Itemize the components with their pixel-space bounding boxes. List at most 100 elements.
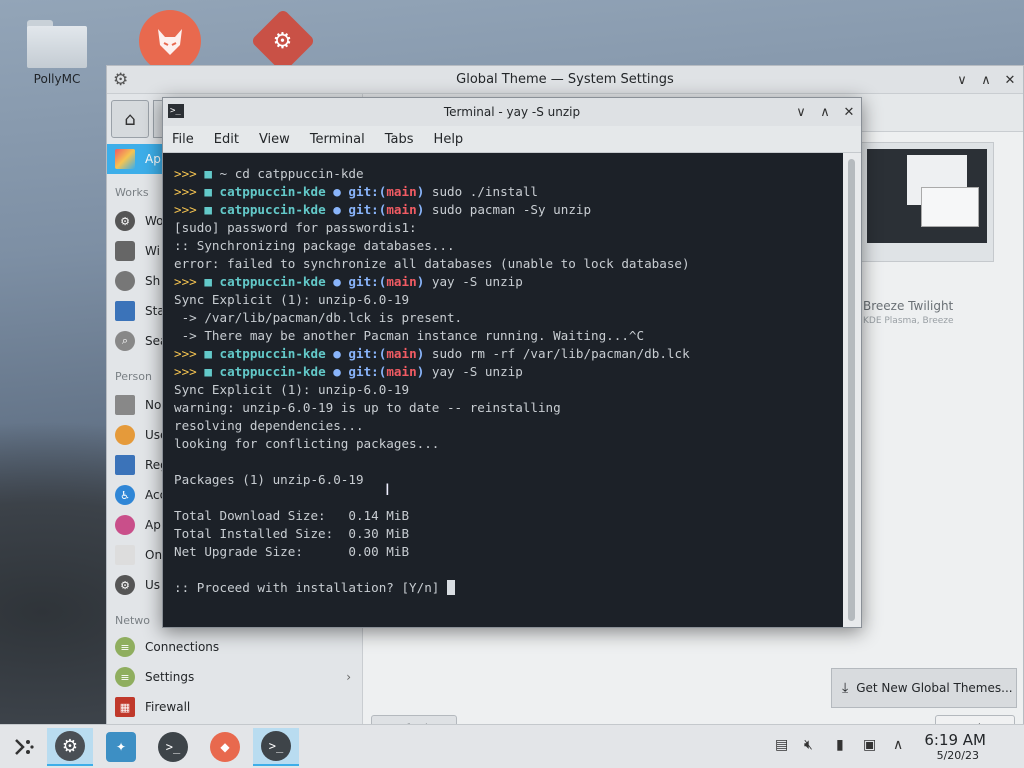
taskbar-system-settings[interactable]: ⚙: [47, 728, 93, 766]
sidebar-item-label: Settings: [145, 670, 195, 684]
theme-name: Breeze Twilight: [863, 299, 954, 313]
prompt-arrows: >>>: [174, 166, 205, 181]
sidebar-header-workspace: Works: [115, 186, 149, 199]
accounts-icon: [115, 545, 135, 565]
clipboard-icon[interactable]: ▤: [775, 737, 788, 753]
github-icon: ●: [333, 346, 349, 361]
terminal-line: >>> ■ catppuccin-kde ● git:(main) sudo p…: [174, 201, 843, 219]
taskbar-discover[interactable]: ✦: [98, 728, 144, 766]
output-text: looking for conflicting packages...: [174, 436, 440, 451]
flag-icon: [115, 455, 135, 475]
terminal-line: Sync Explicit (1): unzip-6.0-19: [174, 291, 843, 309]
menu-terminal[interactable]: Terminal: [310, 132, 365, 147]
desktop-icon-settings[interactable]: ⚙: [243, 8, 323, 74]
terminal-line: :: Proceed with installation? [Y/n]: [174, 579, 843, 597]
menu-view[interactable]: View: [259, 132, 290, 147]
sidebar-header-personalization: Person: [115, 370, 152, 383]
git-label-close: ): [416, 346, 432, 361]
settings-titlebar[interactable]: ⚙ Global Theme — System Settings ∨ ∧ ✕: [107, 66, 1023, 94]
menu-file[interactable]: File: [172, 132, 194, 147]
sidebar-item-label: Connections: [145, 640, 220, 654]
usb-drive-icon[interactable]: ▮: [836, 737, 844, 753]
chevron-up-icon[interactable]: ∧: [893, 737, 903, 753]
prompt-question: :: Proceed with installation? [Y/n]: [174, 580, 447, 595]
git-label: git:(: [348, 364, 387, 379]
home-button[interactable]: ⌂: [111, 100, 149, 138]
github-icon: ●: [333, 184, 349, 199]
network-icon[interactable]: ▣: [863, 737, 876, 753]
taskbar-terminal-1[interactable]: >_: [150, 728, 196, 766]
minimize-icon[interactable]: ∨: [795, 105, 807, 120]
command-text: cd catppuccin-kde: [234, 166, 364, 181]
terminal-output[interactable]: >>> ■ ~ cd catppuccin-kde >>> ■ catppucci…: [163, 153, 843, 627]
terminal-icon: >_: [158, 732, 188, 762]
sidebar-item-network-settings[interactable]: ≡ Settings ›: [107, 662, 363, 692]
sidebar-item-connections[interactable]: ≡ Connections: [107, 632, 363, 662]
close-icon[interactable]: ✕: [1003, 73, 1017, 88]
menu-tabs[interactable]: Tabs: [385, 132, 414, 147]
maximize-icon[interactable]: ∧: [819, 105, 831, 120]
prompt-arrows: >>>: [174, 364, 205, 379]
terminal-line: >>> ■ catppuccin-kde ● git:(main) sudo r…: [174, 345, 843, 363]
fox-icon: ◆: [210, 732, 240, 762]
clock-time[interactable]: 6:19 AM: [924, 731, 986, 749]
desktop-icon-fox[interactable]: [130, 10, 210, 72]
terminal-line: Total Download Size: 0.14 MiB: [174, 507, 843, 525]
git-label-close: ): [416, 364, 432, 379]
window-icon: [115, 241, 135, 261]
desktop-icon-pollymc[interactable]: PollyMC: [17, 20, 97, 86]
menu-help[interactable]: Help: [434, 132, 464, 147]
get-new-themes-button[interactable]: ⤓ Get New Global Themes...: [831, 668, 1017, 708]
settings-gear-icon: ⚙: [250, 8, 316, 74]
gear-icon: ⚙: [115, 211, 135, 231]
startup-icon: [115, 301, 135, 321]
scrollbar-thumb[interactable]: [848, 159, 855, 621]
terminal-cursor: [446, 580, 455, 595]
output-text: Sync Explicit (1): unzip-6.0-19: [174, 292, 410, 307]
command-text: sudo ./install: [431, 184, 539, 199]
minimize-icon[interactable]: ∨: [955, 73, 969, 88]
taskbar-terminal-2[interactable]: >_: [253, 728, 299, 766]
taskbar-fox-app[interactable]: ◆: [202, 728, 248, 766]
terminal-titlebar[interactable]: >_ Terminal - yay -S unzip ∨ ∧ ✕: [163, 98, 861, 126]
output-text: :: Synchronizing package databases...: [174, 238, 455, 253]
volume-muted-icon[interactable]: 🔇︎: [804, 737, 813, 753]
close-icon[interactable]: ✕: [843, 105, 855, 120]
accessibility-icon: ♿: [115, 485, 135, 505]
prompt-arrows: >>>: [174, 274, 205, 289]
git-branch: main: [386, 346, 417, 361]
sidebar-item-label: On: [145, 548, 163, 562]
network-settings-icon: ≡: [115, 667, 135, 687]
terminal-line: Sync Explicit (1): unzip-6.0-19: [174, 381, 843, 399]
sidebar-item-firewall[interactable]: ▦ Firewall: [107, 692, 363, 722]
sidebar-item-label: Sh: [145, 274, 161, 288]
settings-icon: ⚙: [55, 731, 85, 761]
github-icon: ●: [333, 274, 349, 289]
theme-preview-card[interactable]: [858, 142, 994, 262]
folder-icon: ■: [204, 184, 220, 199]
git-label: git:(: [348, 274, 387, 289]
gear-icon: ⚙: [115, 575, 135, 595]
get-new-themes-label: Get New Global Themes...: [856, 681, 1013, 695]
clock-date[interactable]: 5/20/23: [937, 749, 979, 762]
git-branch: main: [386, 364, 417, 379]
sidebar-item-label: Us: [145, 578, 161, 592]
output-text: error: failed to synchronize all databas…: [174, 256, 690, 271]
terminal-scrollbar[interactable]: [843, 153, 861, 627]
folder-icon: ■: [204, 166, 220, 181]
firewall-icon: ▦: [115, 697, 135, 717]
terminal-line: [sudo] password for passwordis1:: [174, 219, 843, 237]
terminal-line: :: Synchronizing package databases...: [174, 237, 843, 255]
sidebar-item-label: Ap: [145, 152, 161, 166]
fox-icon: [139, 10, 201, 72]
maximize-icon[interactable]: ∧: [979, 73, 993, 88]
menu-edit[interactable]: Edit: [214, 132, 239, 147]
terminal-line: Net Upgrade Size: 0.00 MiB: [174, 543, 843, 561]
terminal-line: >>> ■ catppuccin-kde ● git:(main) sudo .…: [174, 183, 843, 201]
app-launcher-button[interactable]: [0, 728, 46, 766]
sidebar-item-label: Firewall: [145, 700, 191, 714]
download-icon: ⤓: [842, 680, 849, 696]
